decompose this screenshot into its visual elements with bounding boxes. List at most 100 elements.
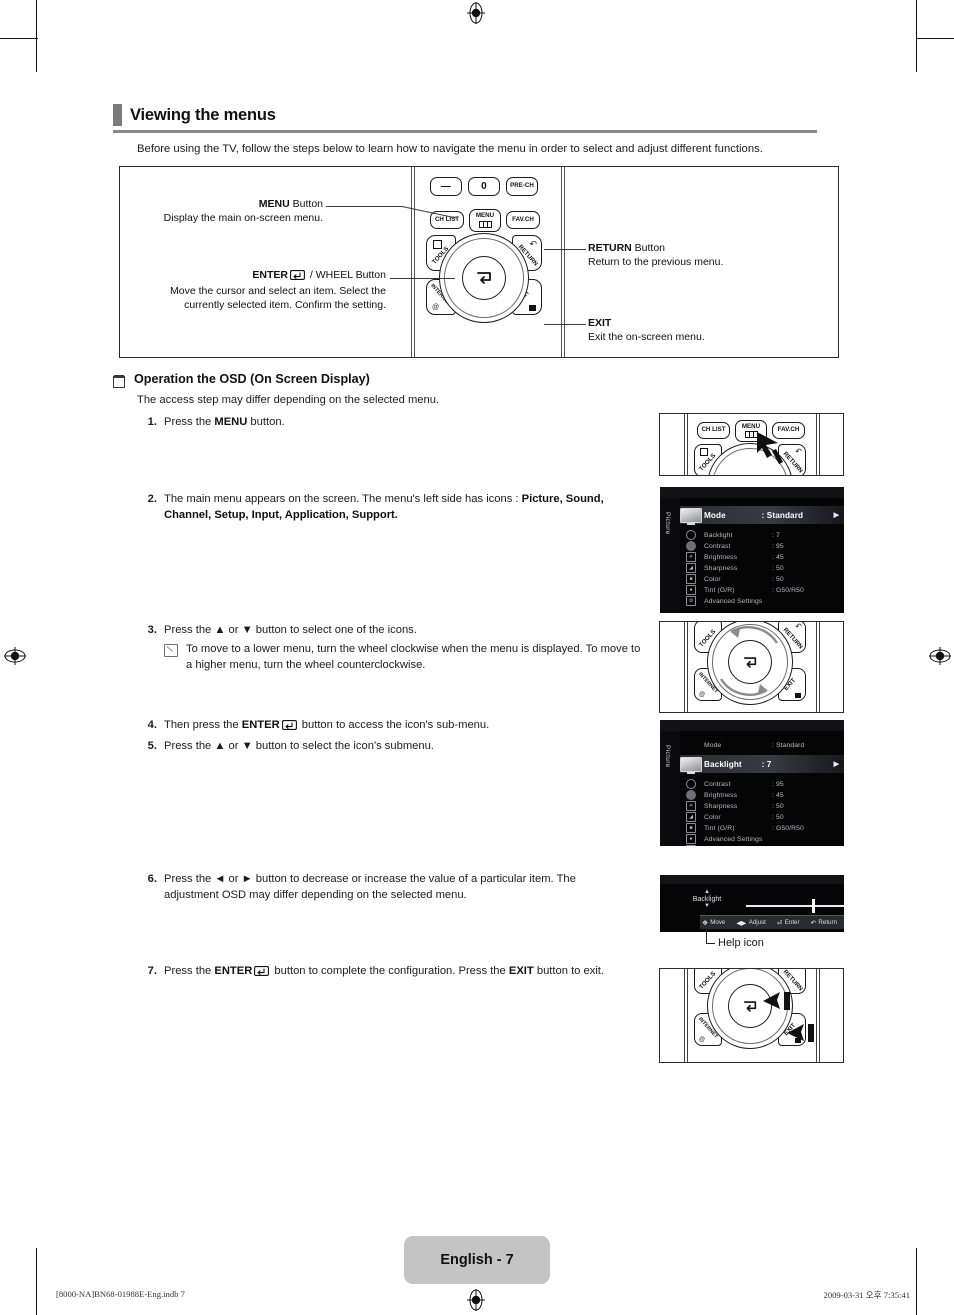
step-7-post2: button to exit.: [533, 965, 605, 977]
fig3-exit-glyph-icon: [795, 693, 801, 698]
fig6-remote-art: TOOLS RETURN INTERNET @ EXIT: [687, 969, 816, 1062]
exit-glyph-icon: [529, 305, 536, 311]
remote-minus-button[interactable]: —: [430, 177, 462, 196]
tint-icon: ●: [680, 585, 702, 596]
step-7-post: button to complete the configuration. Pr…: [271, 965, 509, 977]
step-5: 5. Press the ▲ or ▼ button to select the…: [137, 739, 642, 755]
help-item-return[interactable]: ↶ Return: [811, 919, 837, 927]
osd2-row-mode[interactable]: Mode : Standard: [680, 739, 844, 751]
remote-prech-button[interactable]: PRE-CH: [506, 177, 538, 196]
crop-mark-bottom-right: [916, 1248, 918, 1315]
osd-main-menu: Picture Mode : Standard ▶ Backlight : 7 …: [660, 487, 844, 613]
callout-enter-desc: Move the cursor and select an item. Sele…: [170, 284, 386, 311]
osd-row-mode[interactable]: Mode : Standard ▶: [680, 506, 844, 525]
color-icon: ■: [680, 574, 702, 585]
step-2: 2. The main menu appears on the screen. …: [137, 492, 642, 524]
note-pencil-icon: [164, 643, 178, 657]
callout-menu-title-rest: Button: [289, 198, 323, 210]
fig3-divider-right2: [819, 622, 820, 712]
step-2-pre: The main menu appears on the screen. The…: [164, 493, 522, 505]
enter-glyph-icon: ⏎: [776, 919, 783, 927]
osd2-row-contrast-name: Contrast: [704, 780, 731, 788]
adjust-slider-track[interactable]: [746, 905, 844, 908]
help-item-enter[interactable]: ⏎ Enter: [777, 919, 800, 927]
osd-title-bar: [660, 487, 844, 498]
fig6-at-sign-icon: @: [699, 1037, 706, 1043]
osd-row-contrast-value: : 95: [772, 542, 784, 550]
step-1-post: button.: [247, 416, 285, 428]
osd-submenu-title-bar: [660, 720, 844, 731]
manual-page: Viewing the menus Before using the TV, f…: [0, 0, 954, 1315]
callout-exit-desc: Exit the on-screen menu.: [588, 330, 705, 343]
help-item-move[interactable]: ✥ Move: [702, 919, 725, 927]
page-number-text: English - 7: [440, 1252, 514, 1268]
fig3-divider-left: [684, 622, 685, 712]
intro-paragraph: Before using the TV, follow the steps be…: [137, 143, 763, 155]
step-1-number: 1.: [147, 416, 157, 428]
fig1-chlist-button[interactable]: CH LIST: [697, 422, 730, 439]
remote-enter-button[interactable]: [462, 256, 506, 300]
sharpness-icon: ◢: [680, 812, 702, 823]
osd2-row-sharpness-value: : 50: [772, 802, 784, 810]
enter-press-cursor-icon: [763, 991, 797, 1016]
circle-icon: [680, 779, 702, 790]
fig6-divider-right: [816, 969, 817, 1062]
step-3-note-text: To move to a lower menu, turn the wheel …: [186, 642, 641, 671]
osd2-row-tint-name: Tint (G/R): [704, 824, 735, 832]
adjust-osd-top-bar: [660, 875, 844, 884]
crop-mark-top-right: [916, 0, 918, 72]
fig1-divider-right: [816, 414, 817, 475]
figure-adjust-osd: ▲ Backlight ▼ 7 ✥ Move ◀▶ Adjust ⏎ Enter: [660, 875, 844, 932]
enter-key-glyph-icon: [290, 270, 305, 285]
osd-row-backlight-name: Backlight: [704, 531, 733, 539]
callout-return: RETURN Button Return to the previous men…: [588, 242, 813, 270]
remote-callout-diagram: — 0 PRE-CH CH LIST MENU FAV.CH TOOLS RET…: [119, 166, 839, 358]
up-arrow-icon: ▲: [704, 889, 710, 895]
fig3-return-arrow-icon: ↶: [795, 622, 802, 631]
osd2-row-picture-options[interactable]: ⚙ Picture Options: [680, 844, 844, 846]
callout-leader-enter: [390, 278, 455, 280]
osd2-row-brightness-name: Brightness: [704, 791, 738, 799]
fig1-menu-press-cursor-icon: [757, 432, 783, 471]
adjust-glyph-icon: ◀▶: [736, 919, 747, 927]
osd2-row-backlight[interactable]: Backlight : 7 ▶: [680, 755, 844, 774]
step-7-bold: ENTER: [214, 965, 253, 977]
circle-icon: [680, 530, 702, 541]
color-icon: ■: [680, 823, 702, 834]
tv-icon: [680, 507, 702, 525]
fig6-divider-left: [684, 969, 685, 1062]
square-bullet-icon: [113, 375, 125, 388]
header-rule: [113, 130, 817, 133]
osd-row-sharpness-value: : 50: [772, 564, 784, 572]
step-2-number: 2.: [147, 493, 157, 505]
callout-exit-title-bold: EXIT: [588, 317, 612, 329]
enter-key-glyph-icon-4: [281, 720, 297, 736]
osd-row-sharpness-name: Sharpness: [704, 564, 738, 572]
tint-icon: ●: [680, 834, 702, 845]
settings-icon: ⚙: [680, 845, 702, 846]
remote-zero-button[interactable]: 0: [468, 177, 500, 196]
step-7-pre: Press the: [164, 965, 215, 977]
adjust-slider-knob[interactable]: [812, 899, 816, 913]
remote-menu-button[interactable]: MENU: [469, 209, 501, 232]
chevron-right-icon: ▶: [833, 512, 839, 519]
osd-row-advanced-settings[interactable]: ⚙ Advanced Settings: [680, 595, 844, 607]
figure-enter-exit-press: TOOLS RETURN INTERNET @ EXIT: [659, 968, 844, 1063]
page-number-badge: English - 7: [404, 1236, 550, 1284]
sharpness-icon: ◢: [680, 563, 702, 574]
osd2-row-color-name: Color: [704, 813, 721, 821]
osd2-row-tint-value: : G50/R50: [772, 824, 804, 832]
callout-return-title-bold: RETURN: [588, 242, 632, 254]
down-arrow-icon: ▼: [704, 902, 710, 909]
help-item-adjust[interactable]: ◀▶ Adjust: [736, 919, 766, 927]
step-3-number: 3.: [147, 624, 157, 636]
step-7-bold2: EXIT: [508, 965, 534, 977]
fig6-enter-arrow-icon: [743, 1000, 757, 1012]
remote-favch-button[interactable]: FAV.CH: [506, 211, 540, 229]
page-header: Viewing the menus: [113, 104, 817, 133]
crop-mark-right-top: [916, 38, 954, 40]
registration-mark-left: [4, 645, 26, 667]
osd-help-bar: ✥ Move ◀▶ Adjust ⏎ Enter ↶ Return: [700, 915, 844, 929]
osd-submenu-row-list: Mode : Standard Backlight : 7 ▶ Contrast…: [680, 731, 844, 846]
osd2-row-mode-value: : Standard: [772, 741, 805, 749]
